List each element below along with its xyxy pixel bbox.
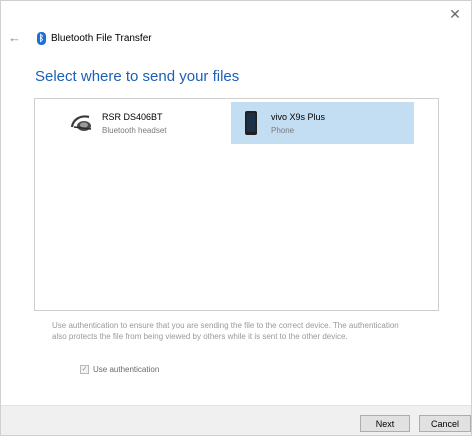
bluetooth-icon: ᛒ xyxy=(37,32,46,45)
window-title-row: ᛒ Bluetooth File Transfer xyxy=(37,32,152,45)
use-authentication-label: Use authentication xyxy=(93,365,160,374)
use-authentication-checkbox[interactable]: ✓ Use authentication xyxy=(80,365,159,374)
bluetooth-file-transfer-window: ✕ ← ᛒ Bluetooth File Transfer Select whe… xyxy=(0,0,472,436)
page-heading: Select where to send your files xyxy=(35,68,240,85)
device-tile-headset[interactable]: RSR DS406BT Bluetooth headset xyxy=(62,102,245,144)
authentication-description: Use authentication to ensure that you ar… xyxy=(52,321,399,341)
check-icon[interactable]: ✓ xyxy=(80,365,89,374)
device-tile-phone[interactable]: vivo X9s Plus Phone xyxy=(231,102,414,144)
close-button[interactable]: ✕ xyxy=(447,6,463,22)
next-button[interactable]: Next xyxy=(360,415,410,432)
device-name: vivo X9s Plus xyxy=(271,112,326,122)
device-type: Bluetooth headset xyxy=(102,126,167,135)
cancel-button[interactable]: Cancel xyxy=(419,415,471,432)
back-arrow-button[interactable]: ← xyxy=(8,31,22,45)
footer-bar: Next Cancel xyxy=(1,405,471,435)
window-title: Bluetooth File Transfer xyxy=(51,33,152,44)
phone-icon xyxy=(231,102,271,144)
headset-icon xyxy=(62,102,102,144)
device-list: RSR DS406BT Bluetooth headset vivo X9s P… xyxy=(34,98,439,311)
device-type: Phone xyxy=(271,126,295,135)
device-name: RSR DS406BT xyxy=(102,112,163,122)
